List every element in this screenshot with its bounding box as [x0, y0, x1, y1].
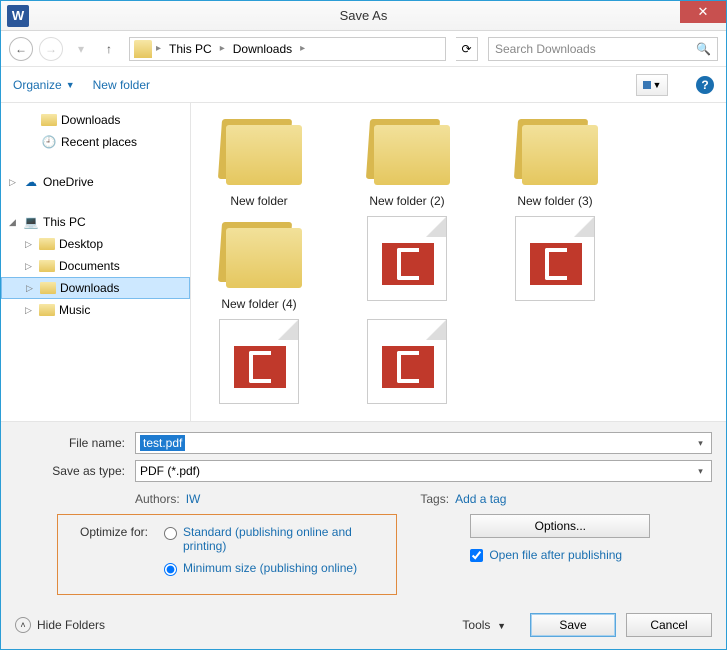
tree-item-downloads-quick[interactable]: Downloads	[1, 109, 190, 131]
folder-icon	[360, 113, 455, 188]
expander-icon[interactable]: ▷	[25, 239, 35, 250]
filename-input[interactable]: test.pdf▾	[135, 432, 712, 454]
folder-item[interactable]: New folder (2)	[347, 113, 467, 208]
item-label: New folder (4)	[221, 297, 296, 311]
folder-item[interactable]: New folder	[199, 113, 319, 208]
organize-menu[interactable]: Organize▼	[13, 78, 75, 92]
filetype-select[interactable]: PDF (*.pdf)▾	[135, 460, 712, 482]
file-item[interactable]	[347, 319, 467, 404]
folder-icon	[41, 114, 57, 126]
optimize-for-group: Optimize for: Standard (publishing onlin…	[57, 514, 397, 595]
recent-icon: 🕘	[41, 135, 57, 149]
options-button[interactable]: Options...	[470, 514, 650, 538]
chevron-down-icon: ▼	[66, 80, 75, 90]
back-button[interactable]: ←	[9, 37, 33, 61]
help-button[interactable]: ?	[696, 76, 714, 94]
chevron-up-icon: ˄	[15, 617, 31, 633]
command-bar: Organize▼ New folder ▼ ?	[1, 67, 726, 103]
search-placeholder: Search Downloads	[495, 42, 596, 56]
pc-icon: 💻	[23, 215, 39, 229]
save-button[interactable]: Save	[530, 613, 616, 637]
folder-icon	[212, 113, 307, 188]
open-after-publishing-checkbox[interactable]: Open file after publishing	[470, 548, 650, 562]
navigation-bar: ← → ▾ ↑ ▸ This PC ▸ Downloads ▸ ⟳ Search…	[1, 31, 726, 67]
chevron-down-icon: ▼	[497, 621, 506, 631]
tree-item-desktop[interactable]: ▷Desktop	[1, 233, 190, 255]
file-item[interactable]	[495, 216, 615, 311]
new-folder-button[interactable]: New folder	[93, 78, 150, 92]
expander-icon[interactable]: ◢	[9, 217, 19, 228]
document-icon	[367, 319, 447, 404]
folder-item[interactable]: New folder (3)	[495, 113, 615, 208]
up-button[interactable]: ↑	[99, 42, 119, 56]
navigation-tree[interactable]: Downloads 🕘Recent places ▷☁OneDrive ◢💻Th…	[1, 103, 191, 421]
document-icon	[367, 216, 447, 301]
tree-item-music[interactable]: ▷Music	[1, 299, 190, 321]
optimize-standard-radio[interactable]: Standard (publishing online and printing…	[164, 525, 384, 553]
document-icon	[515, 216, 595, 301]
recent-locations-button[interactable]: ▾	[69, 37, 93, 61]
chevron-down-icon[interactable]: ▾	[693, 464, 708, 479]
chevron-right-icon[interactable]: ▸	[298, 43, 307, 54]
folder-icon	[39, 304, 55, 316]
filetype-label: Save as type:	[15, 464, 135, 478]
search-icon: 🔍	[696, 42, 711, 56]
expander-icon[interactable]: ▷	[25, 305, 35, 316]
location-icon	[134, 40, 152, 58]
breadcrumb-segment[interactable]: This PC	[165, 42, 216, 56]
title-bar: W Save As ✕	[1, 1, 726, 31]
authors-label: Authors:	[135, 492, 180, 506]
expander-icon[interactable]: ▷	[9, 177, 19, 188]
hide-folders-button[interactable]: ˄Hide Folders	[15, 617, 105, 633]
file-item[interactable]	[347, 216, 467, 311]
expander-icon[interactable]: ▷	[25, 261, 35, 272]
item-label: New folder (2)	[369, 194, 444, 208]
chevron-right-icon[interactable]: ▸	[154, 43, 163, 54]
forward-button: →	[39, 37, 63, 61]
optimize-label: Optimize for:	[70, 525, 156, 539]
folder-item[interactable]: New folder (4)	[199, 216, 319, 311]
tree-item-this-pc[interactable]: ◢💻This PC	[1, 211, 190, 233]
tree-item-documents[interactable]: ▷Documents	[1, 255, 190, 277]
cancel-button[interactable]: Cancel	[626, 613, 712, 637]
breadcrumb-segment[interactable]: Downloads	[229, 42, 296, 56]
onedrive-icon: ☁	[23, 175, 39, 189]
authors-value[interactable]: IW	[186, 492, 201, 506]
tags-value[interactable]: Add a tag	[455, 492, 506, 506]
refresh-button[interactable]: ⟳	[456, 37, 478, 61]
tags-label: Tags:	[420, 492, 449, 506]
main-area: Downloads 🕘Recent places ▷☁OneDrive ◢💻Th…	[1, 103, 726, 421]
folder-icon	[39, 260, 55, 272]
tools-menu[interactable]: Tools ▼	[462, 618, 506, 632]
tree-item-onedrive[interactable]: ▷☁OneDrive	[1, 171, 190, 193]
filename-label: File name:	[15, 436, 135, 450]
tree-item-downloads[interactable]: ▷Downloads	[1, 277, 190, 299]
folder-icon	[212, 216, 307, 291]
window-title: Save As	[1, 8, 726, 23]
search-input[interactable]: Search Downloads 🔍	[488, 37, 718, 61]
document-icon	[219, 319, 299, 404]
save-options-panel: File name: test.pdf▾ Save as type: PDF (…	[1, 421, 726, 649]
item-label: New folder (3)	[517, 194, 592, 208]
address-bar[interactable]: ▸ This PC ▸ Downloads ▸	[129, 37, 446, 61]
word-app-icon: W	[7, 5, 29, 27]
chevron-right-icon[interactable]: ▸	[218, 43, 227, 54]
expander-icon[interactable]: ▷	[26, 283, 36, 294]
tree-item-recent-places[interactable]: 🕘Recent places	[1, 131, 190, 153]
close-button[interactable]: ✕	[680, 1, 726, 23]
file-list[interactable]: New folder New folder (2) New folder (3)…	[191, 103, 726, 421]
optimize-minimum-radio[interactable]: Minimum size (publishing online)	[164, 561, 384, 576]
file-item[interactable]	[199, 319, 319, 404]
folder-icon	[508, 113, 603, 188]
item-label: New folder	[230, 194, 287, 208]
folder-icon	[39, 238, 55, 250]
chevron-down-icon[interactable]: ▾	[693, 436, 708, 451]
folder-icon	[40, 282, 56, 294]
view-options-button[interactable]: ▼	[636, 74, 668, 96]
